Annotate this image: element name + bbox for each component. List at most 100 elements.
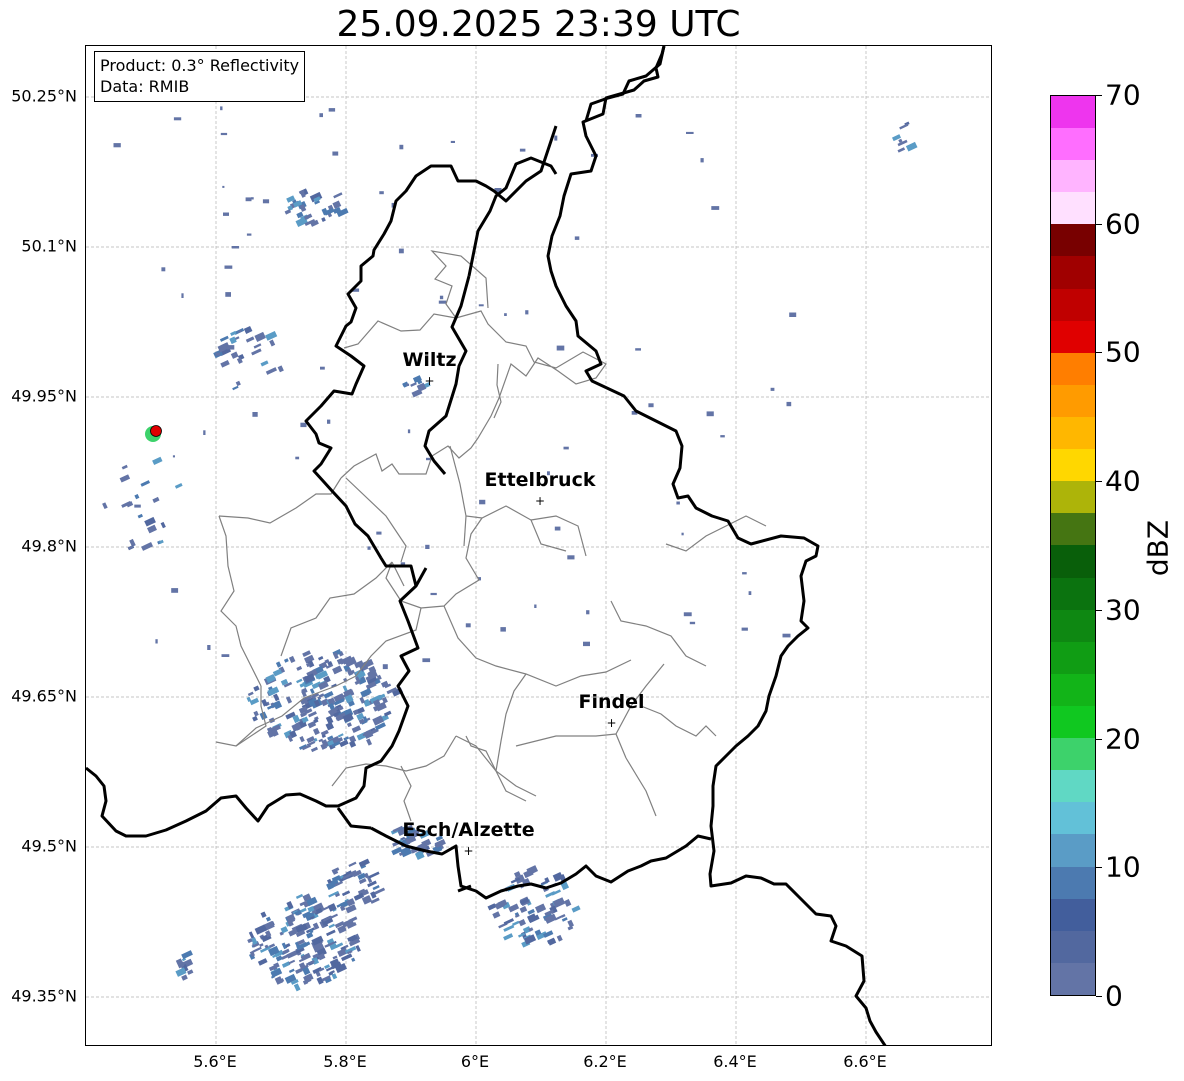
echo-pixel <box>141 542 154 551</box>
echo-pixel <box>220 359 230 368</box>
echo-pixel <box>247 691 254 697</box>
lat-tick-label: 49.8°N <box>21 536 77 556</box>
echo-pixel <box>487 903 497 911</box>
echo-pixel <box>518 919 526 927</box>
echo-pixel <box>265 916 271 922</box>
echo-pixel <box>676 501 680 505</box>
echo-pixel <box>245 197 252 202</box>
echo-pixel <box>321 217 326 222</box>
colorbar-tick <box>1096 996 1102 997</box>
echo-pixel <box>309 688 315 694</box>
echo-pixel <box>511 920 520 926</box>
echo-pixel <box>648 403 654 408</box>
echo-pixel <box>299 736 305 743</box>
colorbar-tick-label: 50 <box>1105 335 1141 369</box>
echo-pixel <box>519 906 528 914</box>
echo-pixel <box>770 387 775 391</box>
echo-pixel <box>563 446 569 450</box>
echo-pixel <box>226 345 235 350</box>
echo-pixel <box>265 330 278 341</box>
echo-pixel <box>235 380 241 387</box>
echo-pixel <box>351 725 362 733</box>
colorbar-segment <box>1051 128 1095 161</box>
echo-pixel <box>223 212 229 216</box>
echo-pixel <box>155 639 158 644</box>
colorbar-tick-label: 60 <box>1105 207 1141 241</box>
echo-pixel <box>253 710 259 717</box>
map-title: 25.09.2025 23:39 UTC <box>336 4 741 45</box>
echo-pixel <box>173 117 182 121</box>
echo-pixel <box>328 923 336 929</box>
echo-pixel <box>399 144 404 150</box>
colorbar-segment <box>1051 962 1095 995</box>
echo-pixel <box>535 903 547 914</box>
echo-pixel <box>741 627 748 631</box>
echo-pixel <box>119 474 131 483</box>
echo-pixel <box>293 983 301 992</box>
echo-pixel <box>284 658 289 663</box>
echo-pixel <box>398 248 404 254</box>
echo-pixel <box>221 654 230 657</box>
echo-pixel <box>147 524 157 534</box>
echo-pixel <box>586 610 590 615</box>
colorbar-tick-label: 0 <box>1105 979 1123 1013</box>
echo-pixel <box>248 931 255 939</box>
lat-tick-label: 50.25°N <box>11 86 77 106</box>
echo-pixel <box>383 710 392 717</box>
echo-pixel <box>161 267 166 272</box>
colorbar-segment <box>1051 609 1095 642</box>
echo-pixel <box>220 132 228 136</box>
echo-pixel <box>269 339 276 347</box>
echo-pixel <box>355 945 361 952</box>
lat-tick-label: 49.35°N <box>11 986 77 1006</box>
colorbar-tick-label: 40 <box>1105 464 1141 498</box>
echo-pixel <box>406 383 410 386</box>
echo-pixel <box>319 113 323 118</box>
city-label: Ettelbruck <box>484 469 596 491</box>
district-boundaries <box>215 250 767 822</box>
echo-pixel <box>113 143 121 148</box>
echo-pixel <box>556 345 565 351</box>
echo-pixel <box>243 325 253 334</box>
echo-pixel <box>102 502 108 510</box>
echo-pixel <box>295 456 300 460</box>
echo-pixel <box>121 464 128 470</box>
echo-pixel <box>225 292 231 297</box>
echo-pixel <box>711 206 720 210</box>
colorbar-segment <box>1051 352 1095 385</box>
echo-pixel <box>574 236 580 240</box>
echo-pixel <box>260 360 269 367</box>
lon-tick-label: 6.2°E <box>583 1052 627 1071</box>
echo-pixel <box>296 678 303 684</box>
echo-pixel <box>300 422 307 428</box>
echo-pixel <box>479 499 486 505</box>
echo-pixel <box>527 913 537 923</box>
echo-pixel <box>328 108 336 112</box>
echo-pixel <box>438 300 447 304</box>
echo-pixel <box>172 455 175 458</box>
colorbar-segment <box>1051 545 1095 578</box>
lat-tick-label: 49.65°N <box>11 686 77 706</box>
echo-pixel <box>706 411 714 417</box>
echo-pixel <box>519 148 526 152</box>
echo-pixel <box>215 352 221 356</box>
colorbar-segment <box>1051 481 1095 514</box>
echo-pixel <box>160 521 166 529</box>
echo-pixel <box>277 365 284 373</box>
data-source-text: Data: RMIB <box>100 77 190 96</box>
echo-pixel <box>245 336 255 343</box>
echo-pixel <box>720 435 725 438</box>
product-info-box: Product: 0.3° Reflectivity Data: RMIB <box>94 51 306 102</box>
echo-pixel <box>897 147 906 153</box>
echo-pixel <box>134 504 141 508</box>
echo-pixel <box>220 106 223 111</box>
echo-pixel <box>363 698 371 707</box>
echo-pixel <box>583 641 590 647</box>
echo-pixel <box>333 192 343 199</box>
echo-pixel <box>251 197 254 200</box>
colorbar <box>1050 95 1096 996</box>
radar-map[interactable] <box>85 45 992 1046</box>
echo-pixel <box>335 942 344 948</box>
colorbar-segment <box>1051 384 1095 418</box>
echo-pixel <box>288 959 296 965</box>
